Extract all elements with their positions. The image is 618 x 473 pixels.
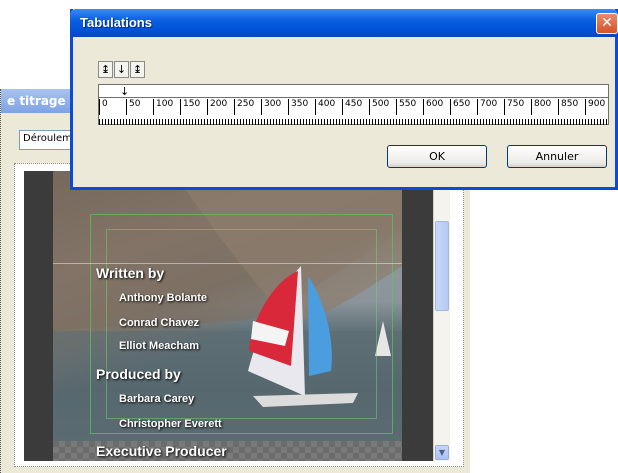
close-icon[interactable]: ✕	[596, 13, 618, 34]
ruler-label: 700	[477, 99, 497, 115]
ruler-label: 150	[180, 99, 200, 115]
preview-scrollbar[interactable]: ▼	[433, 171, 450, 461]
ruler-ticks	[99, 119, 608, 125]
baseline-guide	[53, 263, 402, 264]
credit-name[interactable]: Christopher Everett	[119, 418, 222, 430]
tab-center-icon: ↓	[116, 63, 127, 76]
ruler-label: 600	[423, 99, 443, 115]
chevron-down-icon[interactable]: ▼	[435, 445, 449, 460]
ok-button[interactable]: OK	[387, 145, 487, 168]
ruler-label: 750	[504, 99, 524, 115]
titling-window-title: e titrage	[7, 94, 66, 108]
ruler-scale: 0 50 100 150 200 250 300 350 400 450 500…	[99, 97, 608, 125]
title-preview[interactable]: Written by Anthony Bolante Conrad Chavez…	[24, 171, 433, 461]
ruler-label: 300	[261, 99, 281, 115]
cancel-button[interactable]: Annuler	[507, 145, 607, 168]
tab-right-icon: ↨	[132, 63, 143, 76]
tab-left-icon: ↨	[100, 63, 111, 76]
credit-name[interactable]: Elliot Meacham	[119, 340, 199, 352]
credit-heading[interactable]: Produced by	[96, 366, 181, 382]
tab-right-button[interactable]: ↨	[130, 61, 145, 78]
ruler-label: 900	[585, 99, 605, 115]
ruler-label: 450	[342, 99, 362, 115]
ruler-label: 100	[153, 99, 173, 115]
dialog-titlebar[interactable]: Tabulations ✕	[70, 9, 618, 37]
tab-stop-marker-icon[interactable]: ↓	[120, 86, 129, 97]
credit-heading[interactable]: Written by	[96, 265, 164, 281]
dialog-title: Tabulations	[80, 15, 152, 30]
credit-name[interactable]: Conrad Chavez	[119, 317, 199, 329]
tab-center-button[interactable]: ↓	[114, 61, 129, 78]
ruler-label: 550	[396, 99, 416, 115]
ruler-label: 850	[558, 99, 578, 115]
ruler-label: 800	[531, 99, 551, 115]
tab-left-button[interactable]: ↨	[98, 61, 113, 78]
ruler-label: 400	[315, 99, 335, 115]
ruler-label: 50	[126, 99, 140, 115]
ruler-label: 200	[207, 99, 227, 115]
ruler-label: 0	[99, 99, 108, 115]
ruler-label: 500	[369, 99, 389, 115]
scrollbar-thumb[interactable]	[435, 221, 449, 311]
ruler-label: 250	[234, 99, 254, 115]
credit-name[interactable]: Anthony Bolante	[119, 292, 207, 304]
ruler-label: 650	[450, 99, 470, 115]
credit-name[interactable]: Barbara Carey	[119, 393, 194, 405]
tab-ruler[interactable]: ↓ 0 50 100 150 200 250 300 350 400 450 5…	[98, 84, 609, 125]
credit-heading[interactable]: Executive Producer	[96, 443, 227, 459]
tabulations-dialog: Tabulations ✕ ↨ ↓ ↨ ↓ 0 50 100 150 200 2…	[70, 9, 618, 190]
ruler-label: 350	[288, 99, 308, 115]
